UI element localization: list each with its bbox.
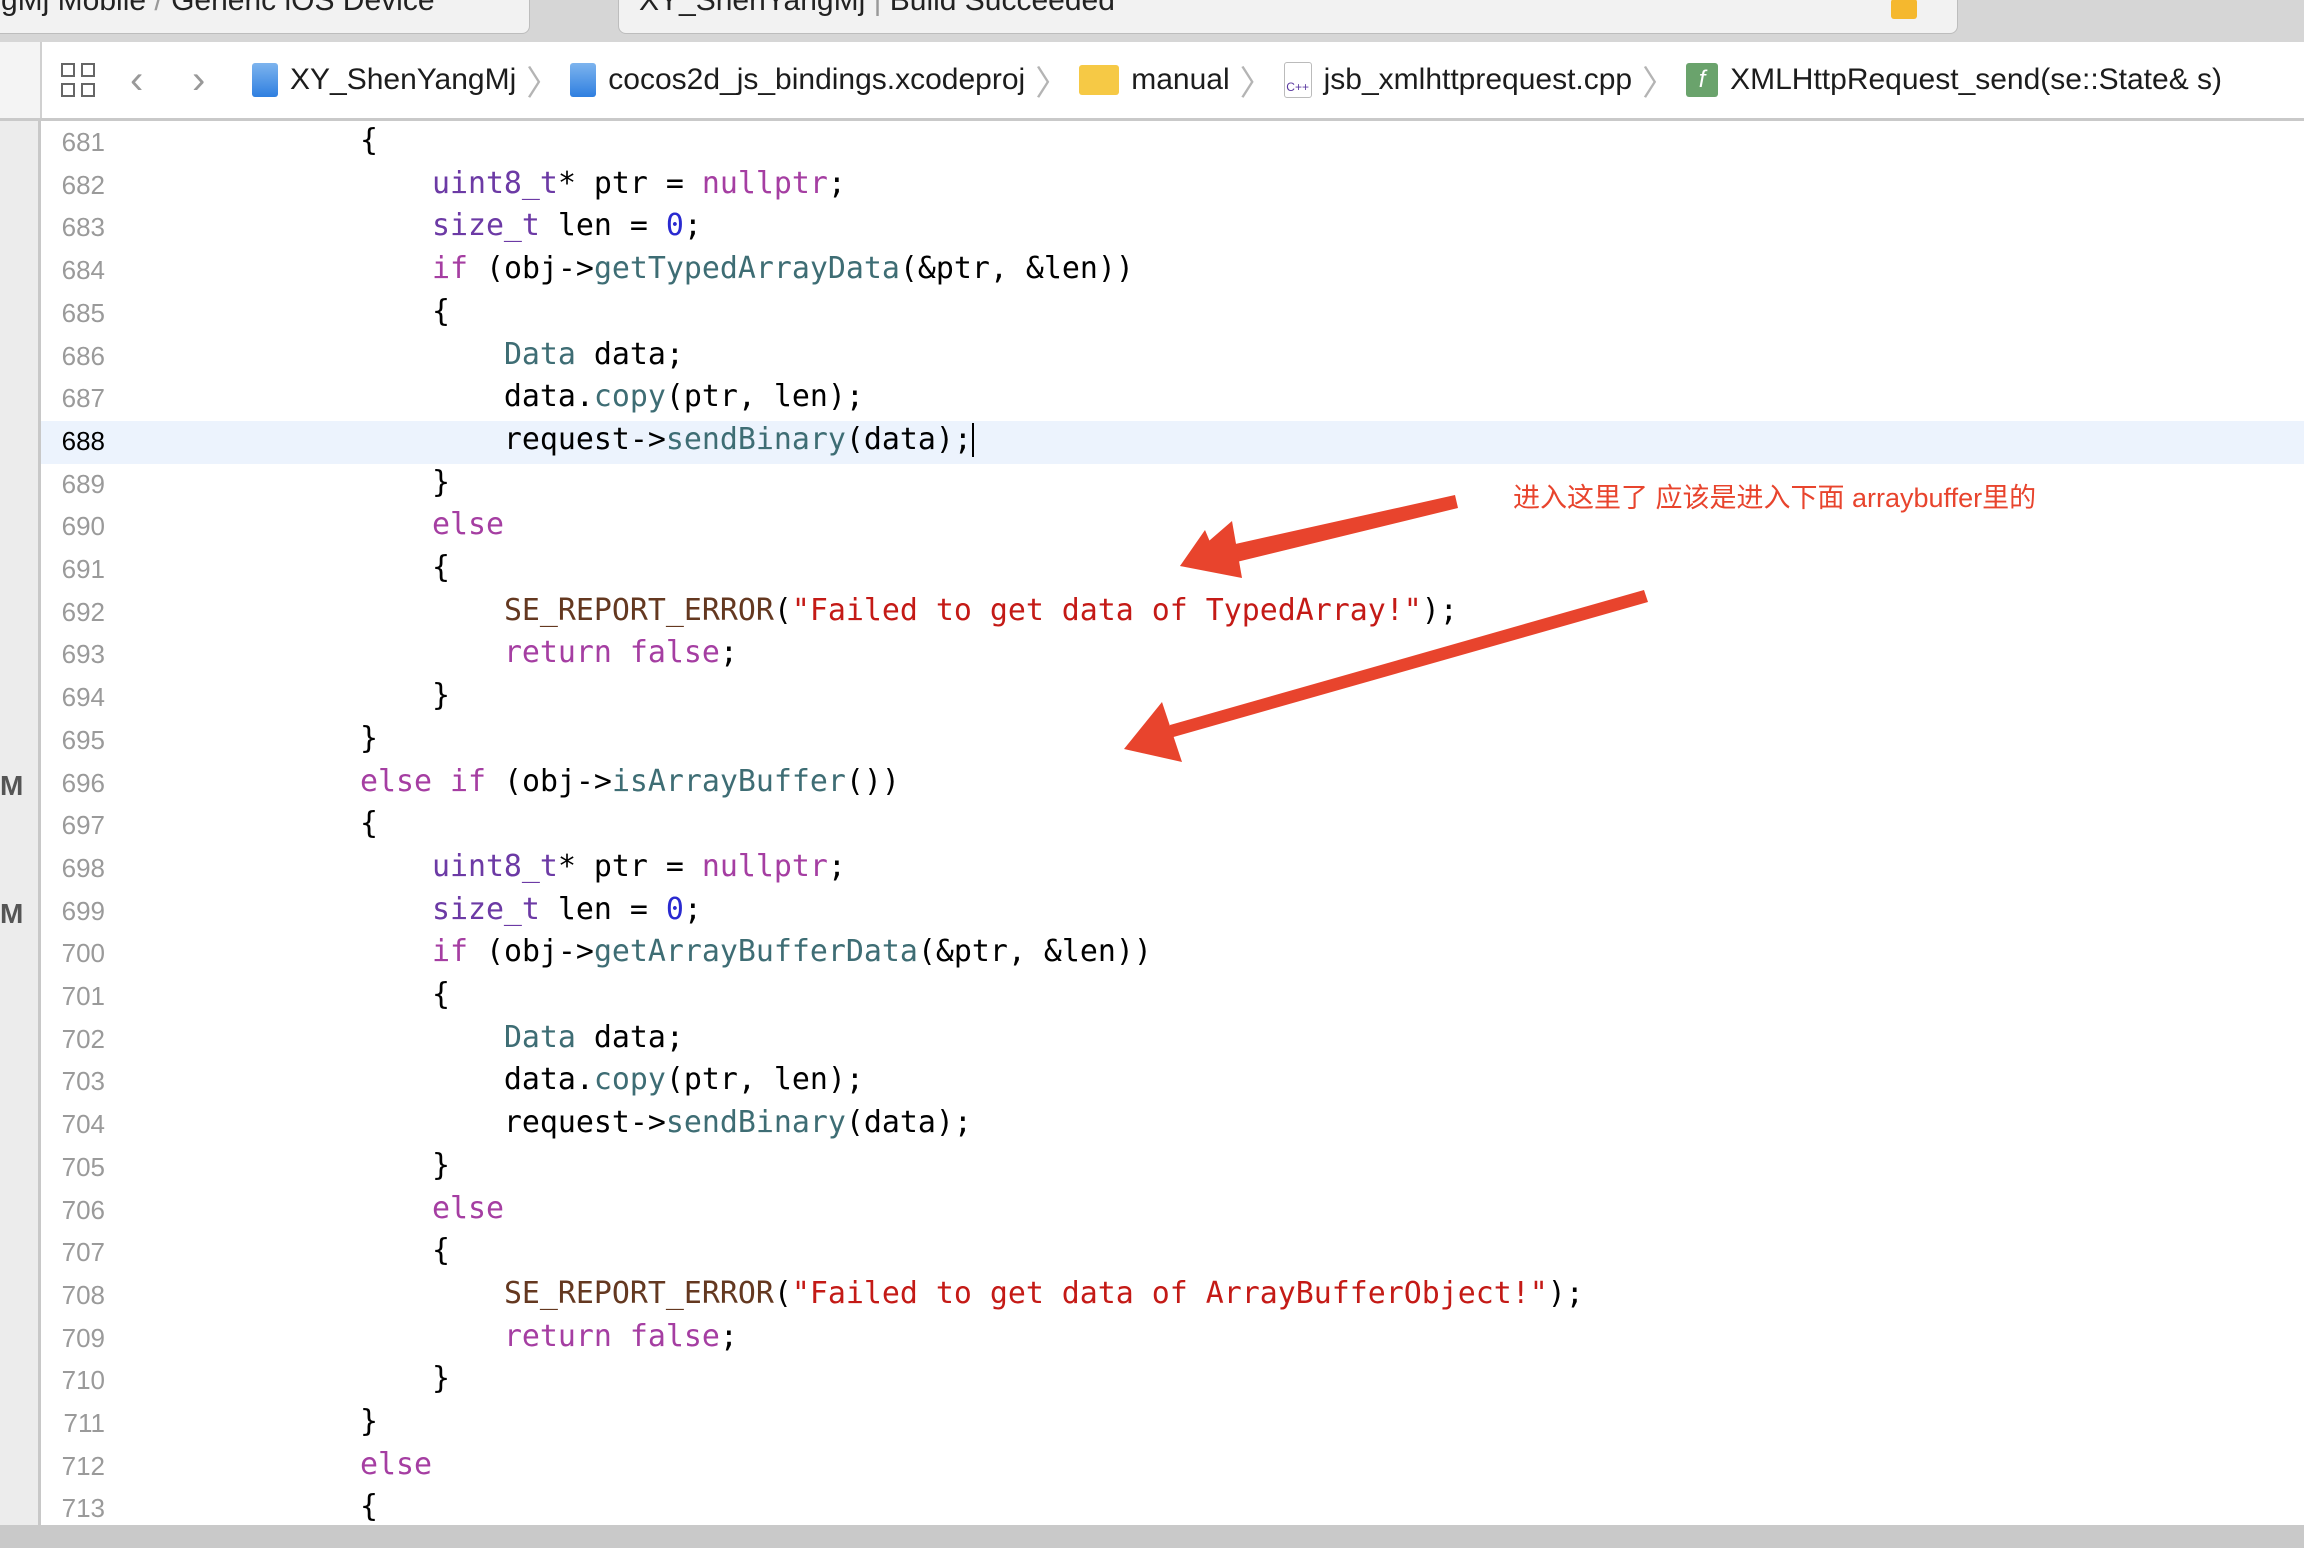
annotation-arrows bbox=[1124, 495, 1648, 762]
horizontal-scrollbar[interactable] bbox=[0, 1525, 2304, 1548]
arrow-2 bbox=[1124, 590, 1648, 762]
arrow-1 bbox=[1180, 495, 1458, 578]
annotation-text: 进入这里了 应该是进入下面 arraybuffer里的 bbox=[1513, 483, 2037, 513]
